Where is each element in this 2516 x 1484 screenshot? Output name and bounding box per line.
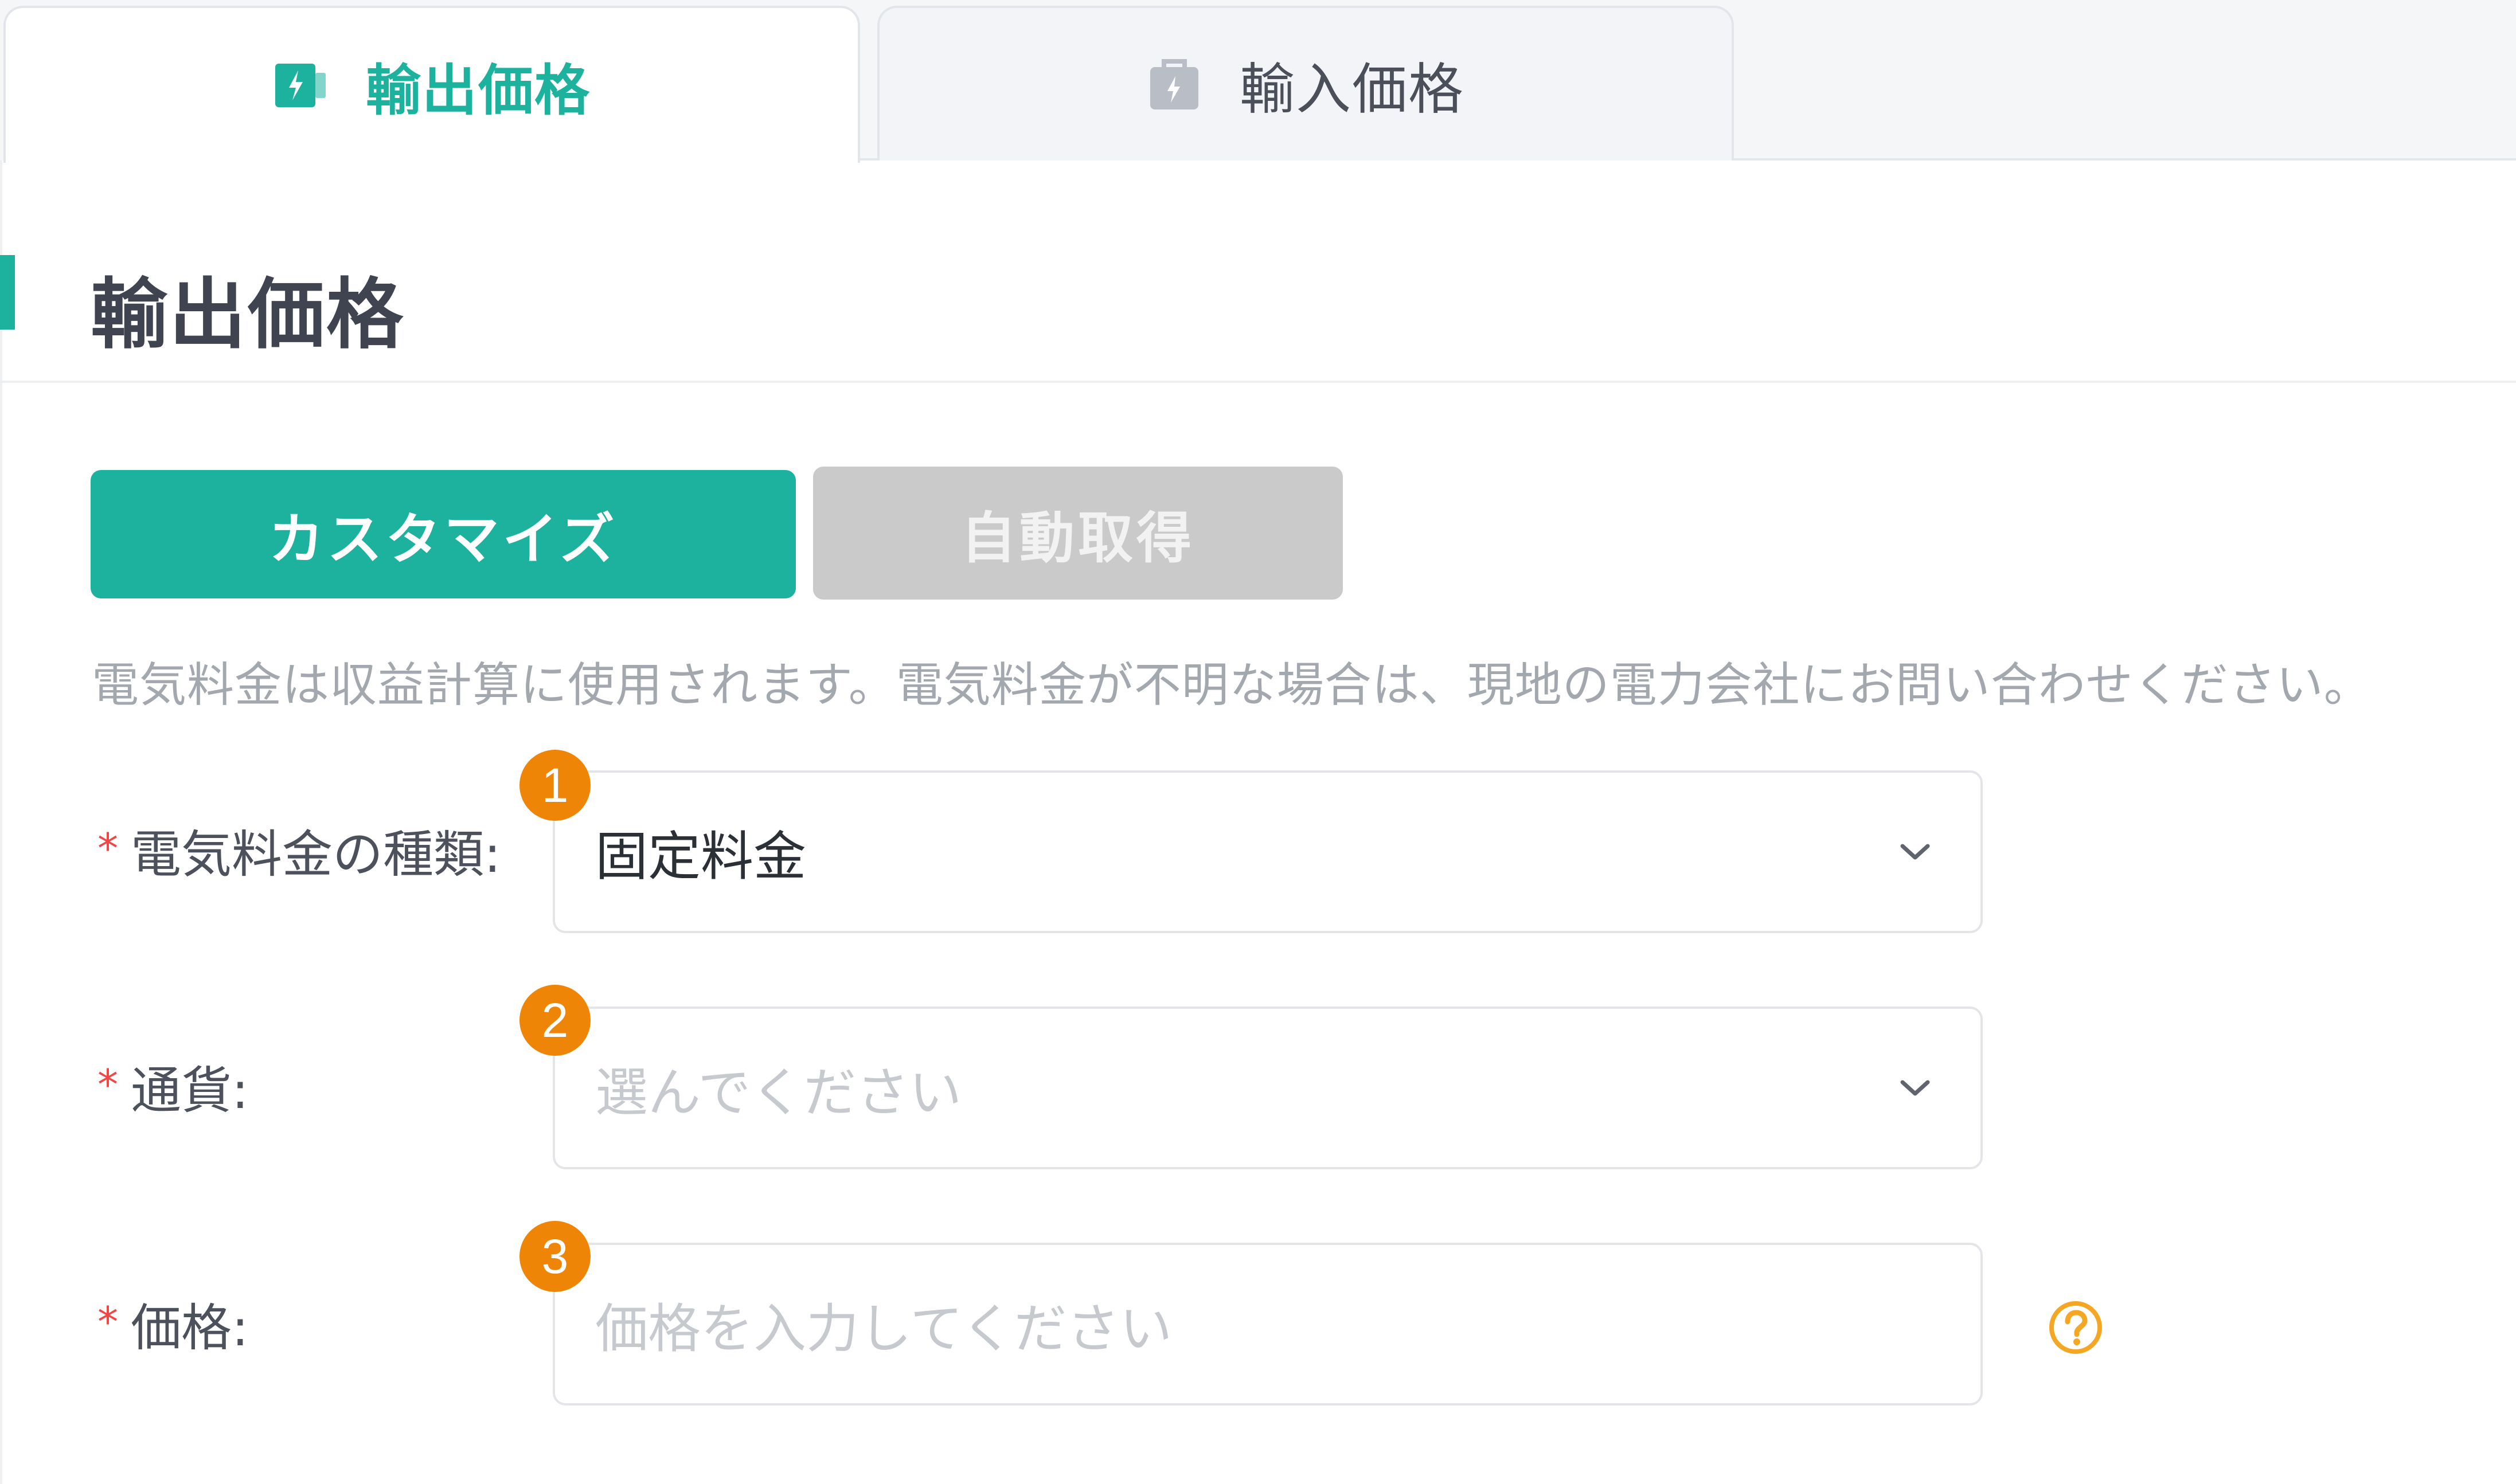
currency-label-text: 通貨: bbox=[131, 1061, 249, 1120]
price-label: * 価格: bbox=[97, 1287, 249, 1360]
section-divider bbox=[0, 381, 2516, 383]
price-input[interactable]: 価格を入力してください bbox=[553, 1243, 1983, 1405]
section-title: 輸出価格 bbox=[91, 270, 405, 359]
step-badge-2: 2 bbox=[519, 985, 591, 1056]
price-label-text: 価格: bbox=[131, 1298, 249, 1357]
rate-type-value: 固定料金 bbox=[595, 825, 807, 887]
required-mark: * bbox=[97, 1297, 118, 1346]
customize-button[interactable]: カスタマイズ bbox=[91, 470, 796, 598]
step-badge-3: 3 bbox=[519, 1221, 591, 1292]
export-power-icon bbox=[273, 58, 328, 113]
rate-type-select[interactable]: 固定料金 bbox=[553, 770, 1983, 933]
auto-fetch-button[interactable]: 自動取得 bbox=[813, 467, 1343, 600]
tab-export-label: 輸出価格 bbox=[366, 58, 591, 123]
currency-select[interactable]: 選んでください bbox=[553, 1007, 1983, 1169]
tab-import-price[interactable]: 輸入価格 bbox=[877, 6, 1734, 160]
chevron-down-icon bbox=[1898, 1076, 1932, 1099]
chevron-down-icon bbox=[1898, 840, 1932, 863]
currency-label: * 通貨: bbox=[97, 1050, 249, 1123]
price-placeholder: 価格を入力してください bbox=[595, 1298, 1173, 1360]
description-text: 電気料金は収益計算に使用されます。電気料金が不明な場合は、現地の電力会社にお問い… bbox=[92, 658, 2372, 712]
tab-export-price[interactable]: 輸出価格 bbox=[3, 6, 860, 163]
help-question-icon[interactable] bbox=[2047, 1299, 2104, 1356]
required-mark: * bbox=[97, 1060, 118, 1109]
currency-placeholder: 選んでください bbox=[595, 1062, 962, 1123]
section-accent-bar bbox=[0, 255, 15, 330]
rate-type-label: * 電気料金の種類: bbox=[97, 814, 501, 887]
panel-left-border bbox=[0, 160, 2, 1484]
import-power-icon bbox=[1147, 57, 1202, 112]
required-mark: * bbox=[97, 824, 118, 872]
rate-type-label-text: 電気料金の種類: bbox=[131, 825, 501, 884]
step-badge-1: 1 bbox=[519, 750, 591, 821]
tab-import-label: 輸入価格 bbox=[1240, 57, 1464, 122]
